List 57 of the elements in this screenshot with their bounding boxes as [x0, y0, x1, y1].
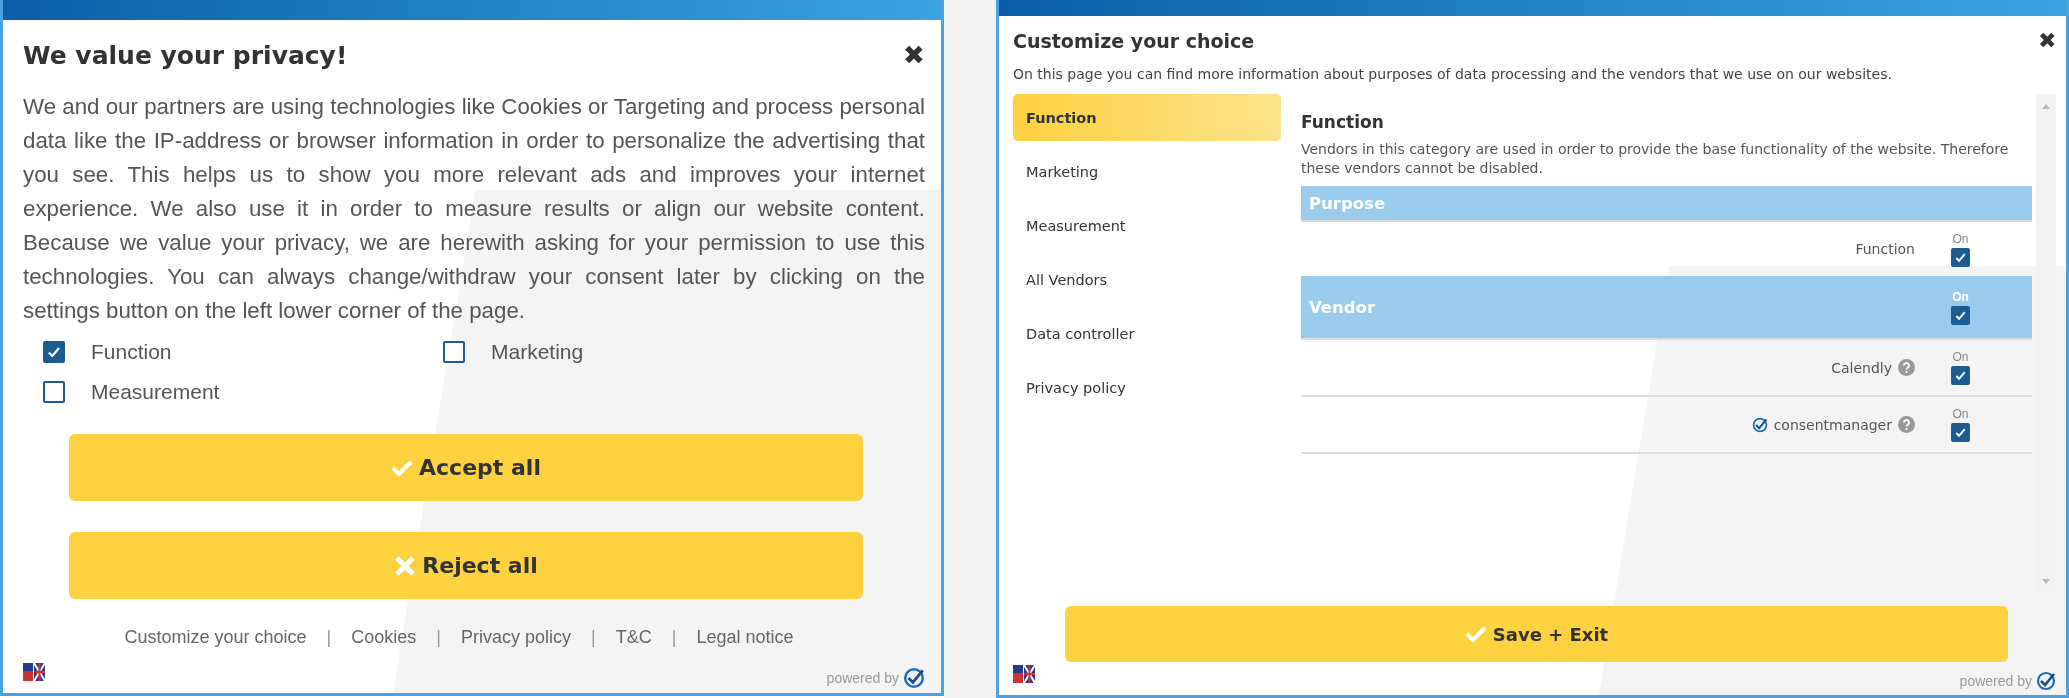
flag-icon[interactable] [1013, 665, 1035, 683]
dialog-title: We value your privacy! [23, 40, 348, 70]
vendor-name[interactable]: consentmanager [1773, 416, 1892, 433]
dialog-title: Customize your choice [1013, 30, 1255, 52]
footer-link[interactable]: Customize your choice [124, 627, 307, 648]
consent-option[interactable]: Function [43, 340, 443, 364]
checkmark-logo-icon [2036, 671, 2056, 691]
link-separator: | [436, 627, 441, 648]
nav-item[interactable]: Data controller [1013, 310, 1281, 357]
nav-item[interactable]: Privacy policy [1013, 364, 1281, 411]
accept-all-button[interactable]: Accept all [69, 434, 863, 501]
toggle-label: On [1952, 407, 1969, 421]
toggle-label: On [1952, 231, 1969, 246]
flag-icon[interactable] [23, 663, 45, 681]
vendor-name[interactable]: Calendly [1831, 359, 1892, 376]
reject-all-button[interactable]: Reject all [69, 532, 863, 599]
link-separator: | [326, 627, 332, 648]
help-icon[interactable] [1898, 359, 1915, 376]
nav-item[interactable]: Marketing [1013, 148, 1281, 195]
toggle-label: On [1952, 289, 1969, 304]
consent-text: We and our partners are using technologies like Cookies or Targeting and process personal data like the IP-address or browser information in order to personalize the advertising that you see. This helps us to show you more relevant ads and improves your internet experience. We also use it in order to measure results or align our website content. Because we value your privacy, we are herewith asking for your permission to use this technologies. You can always change/withdraw your consent later by clicking on the settings button on the left lower corner of the page. [23, 93, 925, 325]
checkbox[interactable] [43, 341, 65, 363]
checkbox[interactable] [1951, 366, 1970, 385]
header-label: Vendor [1309, 297, 1376, 317]
footer-link[interactable]: Legal notice [696, 627, 794, 648]
consent-option[interactable]: Measurement [43, 380, 443, 404]
nav-item[interactable]: Function [1013, 94, 1281, 141]
section-title: Function [1301, 112, 1385, 132]
save-exit-button[interactable]: Save + Exit [1065, 606, 2008, 662]
checkmark-logo-icon [1751, 416, 1768, 433]
checkbox[interactable] [43, 381, 65, 403]
dialog-subtitle: On this page you can find more information about purposes of data processing and the vendors that we use on our websites. [1013, 66, 1893, 82]
help-icon[interactable] [1898, 416, 1915, 433]
footer-link[interactable]: Privacy policy [461, 627, 572, 648]
header-label: Purpose [1309, 193, 1386, 213]
close-button[interactable]: ✖ [2038, 28, 2056, 54]
powered-by-text: powered by [826, 670, 899, 686]
link-separator: | [591, 627, 596, 648]
close-button[interactable]: ✖ [903, 39, 925, 71]
nav-item[interactable]: Measurement [1013, 202, 1281, 249]
checkbox[interactable] [1951, 423, 1970, 442]
purpose-name: Function [1855, 241, 1915, 257]
checkmark-icon [1464, 625, 1487, 643]
footer-link[interactable]: Cookies [351, 627, 417, 648]
toggle-label: On [1952, 350, 1969, 364]
consent-option[interactable]: Marketing [443, 340, 843, 364]
checkbox[interactable] [443, 341, 465, 363]
checkmark-logo-icon [903, 667, 925, 689]
checkbox[interactable] [1951, 247, 1970, 267]
section-text: Vendors in this category are used in order to provide the base functionality of the website. Therefore these vendors cannot be disabled. [1301, 140, 2010, 178]
nav-item[interactable]: All Vendors [1013, 256, 1281, 303]
link-separator: | [671, 627, 677, 648]
checkmark-icon [391, 458, 414, 477]
powered-by-text: powered by [1959, 673, 2032, 689]
footer-link[interactable]: T&C [615, 627, 652, 648]
cross-icon [394, 554, 417, 577]
checkbox[interactable] [1951, 305, 1970, 325]
